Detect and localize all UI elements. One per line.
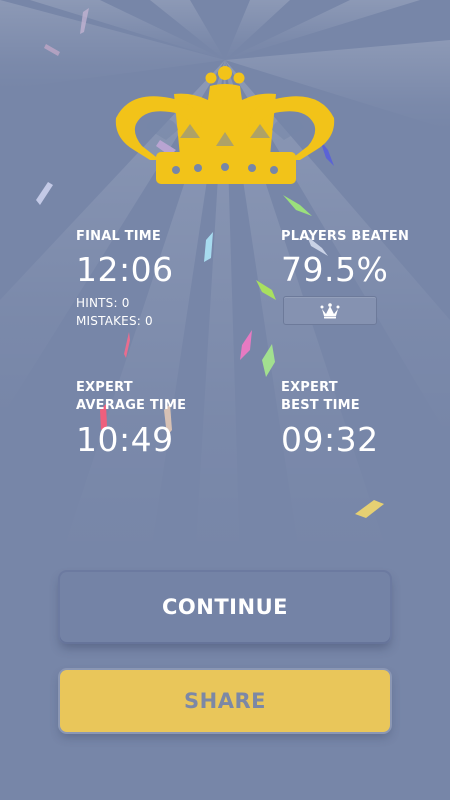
players-beaten-label: PLAYERS BEATEN — [281, 229, 410, 244]
continue-button-label: CONTINUE — [162, 595, 288, 619]
confetti-piece — [355, 500, 384, 518]
final-time-value: 12:06 — [76, 250, 174, 289]
confetti-piece — [124, 332, 130, 358]
average-time-label-line2: AVERAGE TIME — [76, 398, 187, 413]
confetti-piece — [240, 330, 252, 360]
players-beaten-value: 79.5% — [281, 250, 389, 289]
confetti-piece — [256, 280, 276, 300]
average-time-label-line1: EXPERT — [76, 380, 133, 395]
best-time-value: 09:32 — [281, 420, 379, 459]
final-time-label: FINAL TIME — [76, 229, 161, 244]
confetti-piece — [36, 182, 53, 205]
share-button[interactable]: SHARE — [60, 670, 390, 732]
best-time-label-line2: BEST TIME — [281, 398, 360, 413]
crown-icon — [115, 66, 335, 184]
rank-badge — [283, 296, 377, 325]
confetti-piece — [262, 344, 275, 377]
average-time-value: 10:49 — [76, 420, 174, 459]
confetti-piece — [44, 44, 60, 56]
crown-icon — [320, 302, 340, 318]
continue-button[interactable]: CONTINUE — [60, 572, 390, 642]
confetti-piece — [80, 8, 89, 34]
confetti-piece — [204, 232, 213, 262]
mistakes-count: MISTAKES: 0 — [76, 314, 153, 328]
hints-count: HINTS: 0 — [76, 296, 130, 310]
confetti-piece — [283, 195, 312, 216]
best-time-label-line1: EXPERT — [281, 380, 338, 395]
share-button-label: SHARE — [184, 689, 266, 713]
